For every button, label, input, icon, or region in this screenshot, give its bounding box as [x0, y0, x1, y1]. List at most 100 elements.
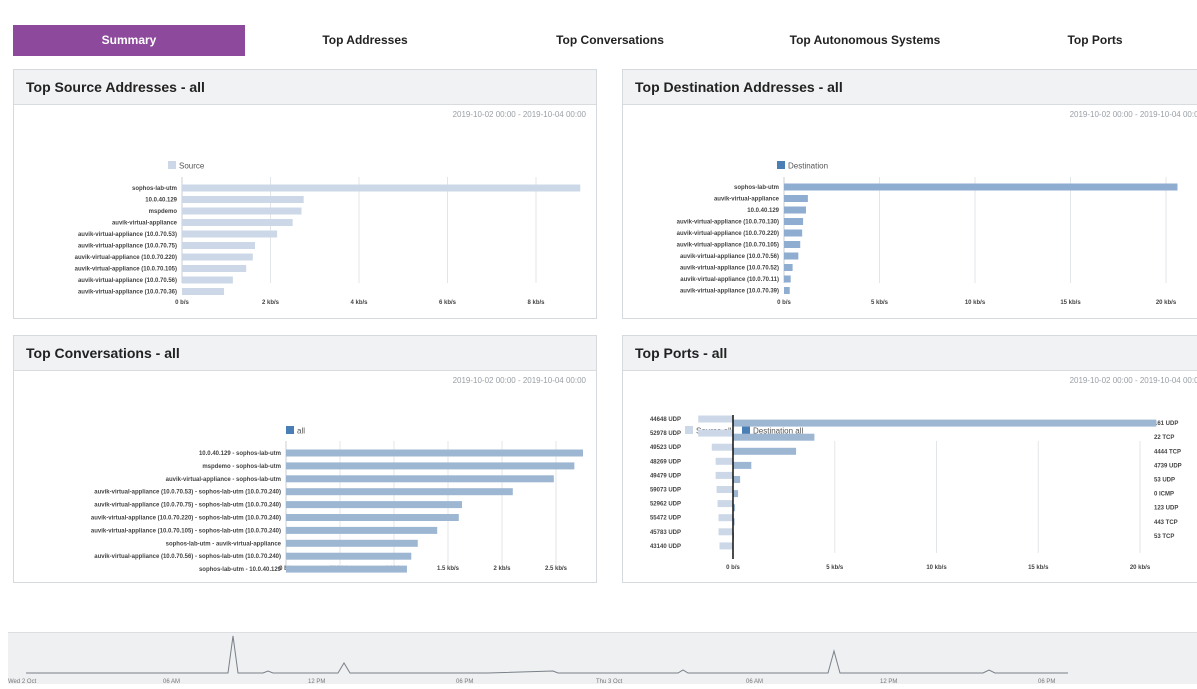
tab-bar: Summary Top Addresses Top Conversations Top… [13, 25, 1197, 56]
right-category-label: 22 TCP [1154, 435, 1174, 441]
source-bar [716, 486, 733, 493]
legend-label: Destination [788, 162, 828, 171]
category-label: sophos-lab-utm - auvik-virtual-appliance [166, 541, 282, 547]
category-label: auvik-virtual-appliance (10.0.70.56) [680, 254, 779, 260]
tab-top-conversations[interactable]: Top Conversations [485, 25, 735, 56]
left-category-label: 59073 UDP [650, 488, 681, 494]
source-bar [711, 443, 733, 451]
x-tick-label: 10 kb/s [926, 565, 947, 571]
top-conversations-panel: Top Conversations - all 2019-10-02 00:00… [13, 335, 597, 583]
category-label: auvik-virtual-appliance [112, 221, 178, 227]
x-tick-label: 20 kb/s [1156, 300, 1177, 306]
destination-bar [733, 419, 1157, 427]
x-tick-label: 6 kb/s [439, 300, 457, 306]
category-label: auvik-virtual-appliance (10.0.70.105) [75, 267, 177, 273]
destination-addresses-chart: Destination 0 b/s 5 kb/s 10 kb/s 15 kb/s 20 k… [677, 161, 1178, 306]
panel-title: Top Destination Addresses - all [623, 70, 1197, 105]
bar [784, 264, 793, 271]
right-category-label: 53 UDP [1154, 478, 1175, 484]
bar [286, 552, 412, 560]
tab-top-ports[interactable]: Top Ports [995, 25, 1195, 56]
legend-swatch [286, 426, 294, 434]
category-label: auvik-virtual-appliance (10.0.70.105) [677, 243, 779, 249]
category-label: 10.0.40.129 - sophos-lab-utm [199, 451, 281, 457]
bar [286, 565, 407, 573]
category-label: sophos-lab-utm [132, 186, 177, 192]
tab-top-addresses[interactable]: Top Addresses [245, 25, 485, 56]
category-label: 10.0.40.129 [145, 198, 177, 204]
category-label: auvik-virtual-appliance - sophos-lab-utm [166, 477, 281, 483]
category-label: auvik-virtual-appliance (10.0.70.52) [680, 266, 779, 272]
source-bar [718, 514, 733, 522]
bar [286, 539, 418, 547]
bar [286, 475, 554, 483]
source-addresses-chart: Source 0 b/s 2 kb/s 4 kb/s 6 kb/s 8 kb/s sopho… [75, 161, 581, 306]
bar [182, 196, 304, 203]
bar [784, 252, 799, 260]
source-bar [718, 528, 733, 536]
timeline-sparkline[interactable]: Wed 2 Oct 06 AM 12 PM 06 PM Thu 3 Oct 06 AM 12… [8, 633, 1197, 685]
bar [286, 526, 438, 534]
legend-label: all [297, 427, 305, 436]
x-tick-label: 5 kb/s [871, 300, 889, 306]
x-tick-label: 4 kb/s [350, 300, 368, 306]
timeline-label: 06 AM [163, 679, 180, 684]
category-label: auvik-virtual-appliance (10.0.70.105) - … [91, 528, 281, 534]
tab-summary[interactable]: Summary [13, 25, 245, 56]
right-category-label: 0 ICMP [1154, 492, 1174, 498]
right-category-label: 123 UDP [1154, 506, 1178, 512]
bar [784, 195, 808, 202]
left-category-label: 49479 UDP [650, 473, 681, 479]
right-category-label: 4739 UDP [1154, 463, 1182, 469]
bar [784, 287, 790, 294]
x-tick-label: 0 b/s [777, 300, 791, 306]
category-label: auvik-virtual-appliance (10.0.70.56) [78, 278, 177, 284]
bar [182, 265, 247, 272]
timeline-label: 06 AM [746, 679, 763, 684]
x-tick-label: 5 kb/s [826, 565, 844, 571]
bar [182, 276, 233, 284]
x-tick-label: 8 kb/s [527, 300, 545, 306]
x-tick-label: 0 b/s [175, 300, 189, 306]
left-category-label: 52978 UDP [650, 431, 681, 437]
source-bar [698, 429, 733, 437]
bar [286, 462, 575, 470]
tab-top-autonomous-systems[interactable]: Top Autonomous Systems [735, 25, 995, 56]
category-label: auvik-virtual-appliance (10.0.70.11) [680, 277, 779, 283]
bar [286, 449, 583, 457]
bar [182, 253, 253, 261]
destination-bar [733, 447, 797, 455]
legend-swatch [742, 426, 750, 434]
source-bar [719, 542, 733, 550]
x-tick-label: 20 kb/s [1130, 565, 1151, 571]
category-label: auvik-virtual-appliance (10.0.70.75) [78, 244, 177, 250]
source-bar [698, 415, 733, 423]
category-label: auvik-virtual-appliance (10.0.70.220) - … [91, 516, 281, 522]
source-bar [715, 457, 733, 465]
traffic-line [26, 635, 1068, 674]
category-label: mspdemo - sophos-lab-utm [202, 464, 281, 470]
timeline-label: 06 PM [1038, 679, 1055, 684]
right-category-label: 161 UDP [1154, 421, 1178, 427]
bar [286, 514, 459, 521]
left-category-label: 43140 UDP [650, 544, 681, 550]
bar [182, 288, 225, 295]
legend-swatch [168, 161, 176, 169]
category-label: auvik-virtual-appliance (10.0.70.56) - s… [94, 554, 281, 560]
category-label: sophos-lab-utm - 10.0.40.129 [199, 567, 282, 573]
left-category-label: 44648 UDP [650, 417, 681, 423]
x-tick-label: 2.5 kb/s [545, 566, 568, 572]
category-label: auvik-virtual-appliance [714, 197, 780, 203]
category-label: auvik-virtual-appliance (10.0.70.53) - s… [94, 490, 281, 496]
left-category-label: 49523 UDP [650, 445, 681, 451]
category-label: 10.0.40.129 [747, 208, 779, 214]
bar [182, 242, 256, 249]
x-tick-label: 2 kb/s [262, 300, 280, 306]
timeline-label: 12 PM [880, 679, 897, 684]
top-destination-addresses-panel: Top Destination Addresses - all 2019-10-… [622, 69, 1197, 319]
panel-title: Top Source Addresses - all [14, 70, 596, 105]
bar [182, 230, 278, 238]
conversations-chart: all0 b/s500 b/s1 kb/s1.5 kb/s2 kb/s2.5 k… [91, 426, 583, 573]
destination-bar [733, 461, 752, 469]
timeline-navigator[interactable]: Wed 2 Oct 06 AM 12 PM 06 PM Thu 3 Oct 06 AM 12… [8, 632, 1197, 685]
